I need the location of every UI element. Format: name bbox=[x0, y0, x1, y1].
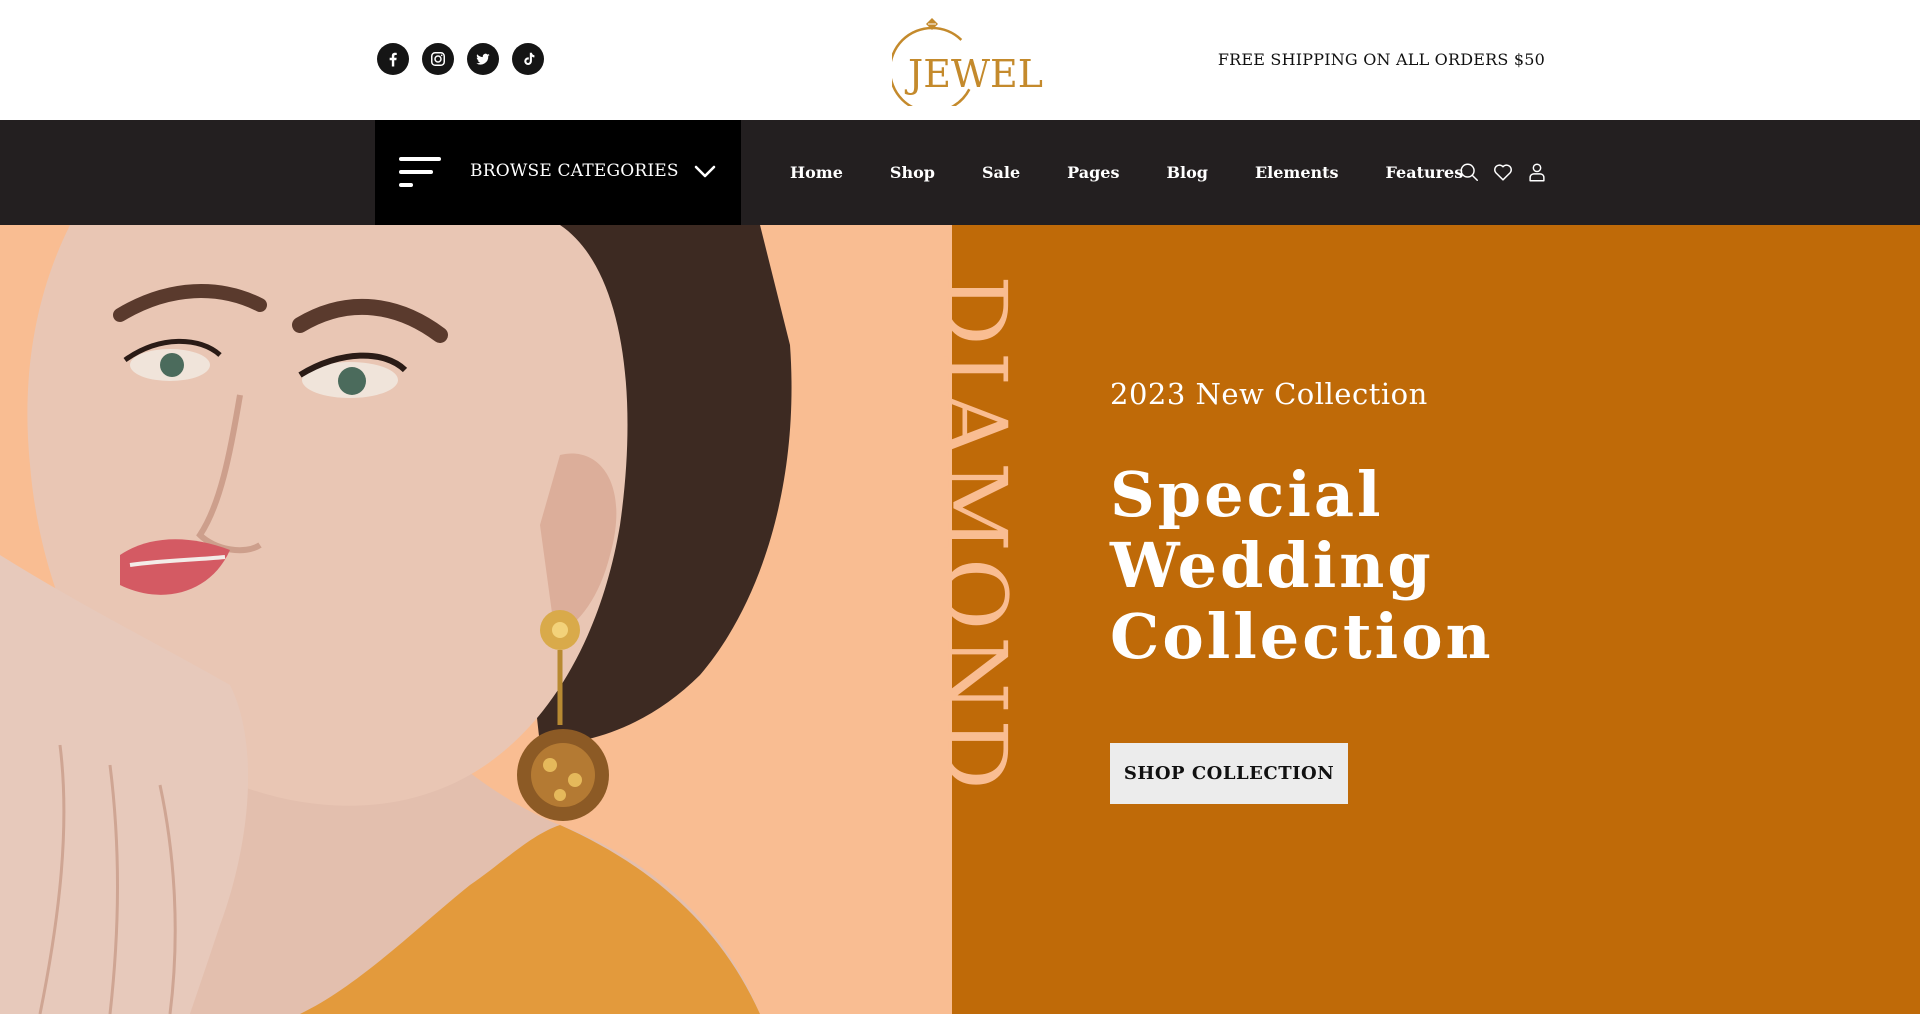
twitter-icon bbox=[476, 53, 490, 65]
nav-features[interactable]: Features bbox=[1386, 163, 1464, 182]
headline-line: Special bbox=[1110, 458, 1384, 531]
hero-headline: Special Wedding Collection bbox=[1110, 459, 1530, 672]
jewel-logo[interactable]: JEWEL bbox=[888, 14, 1044, 114]
search-button[interactable] bbox=[1458, 160, 1480, 184]
facebook-link[interactable] bbox=[377, 43, 409, 75]
nav-elements[interactable]: Elements bbox=[1255, 163, 1339, 182]
social-links bbox=[377, 43, 544, 75]
account-button[interactable] bbox=[1526, 160, 1548, 184]
twitter-link[interactable] bbox=[467, 43, 499, 75]
nav-blog[interactable]: Blog bbox=[1166, 163, 1207, 182]
heart-icon bbox=[1494, 164, 1512, 181]
top-header: JEWEL FREE SHIPPING ON ALL ORDERS $50 bbox=[0, 0, 1920, 120]
search-icon bbox=[1460, 163, 1478, 181]
chevron-down-icon bbox=[694, 165, 716, 178]
user-icon bbox=[1529, 163, 1545, 182]
nav-home[interactable]: Home bbox=[790, 163, 843, 182]
model-portrait-image bbox=[0, 225, 792, 1014]
hero-banner: DIAMOND 2023 New Collection Special Wedd… bbox=[0, 225, 1920, 1014]
instagram-link[interactable] bbox=[422, 43, 454, 75]
shipping-notice: FREE SHIPPING ON ALL ORDERS $50 bbox=[1217, 50, 1545, 69]
logo-wordmark: JEWEL bbox=[908, 52, 1044, 96]
hamburger-icon bbox=[399, 157, 441, 189]
nav-pages[interactable]: Pages bbox=[1067, 163, 1119, 182]
hero-subtitle: 2023 New Collection bbox=[1110, 377, 1428, 411]
diamond-vertical-text: DIAMOND bbox=[923, 275, 1032, 1005]
nav-sale[interactable]: Sale bbox=[982, 163, 1020, 182]
hero-image-panel bbox=[0, 225, 952, 1014]
nav-shop[interactable]: Shop bbox=[890, 163, 935, 182]
instagram-icon bbox=[431, 52, 445, 66]
shop-collection-button[interactable]: SHOP COLLECTION bbox=[1110, 743, 1348, 804]
browse-categories-label: BROWSE CATEGORIES bbox=[470, 161, 679, 181]
headline-line: Collection bbox=[1110, 600, 1494, 673]
nav-menu: Home Shop Sale Pages Blog Elements Featu… bbox=[790, 120, 1463, 225]
facebook-icon bbox=[389, 52, 397, 67]
main-navbar: BROWSE CATEGORIES Home Shop Sale Pages B… bbox=[0, 120, 1920, 225]
nav-actions bbox=[1458, 160, 1548, 184]
wishlist-button[interactable] bbox=[1492, 160, 1514, 184]
vertical-word: DIAMOND bbox=[923, 275, 1026, 796]
headline-line: Wedding bbox=[1110, 529, 1434, 602]
tiktok-icon bbox=[524, 52, 535, 65]
tiktok-link[interactable] bbox=[512, 43, 544, 75]
browse-categories-button[interactable]: BROWSE CATEGORIES bbox=[375, 120, 741, 225]
